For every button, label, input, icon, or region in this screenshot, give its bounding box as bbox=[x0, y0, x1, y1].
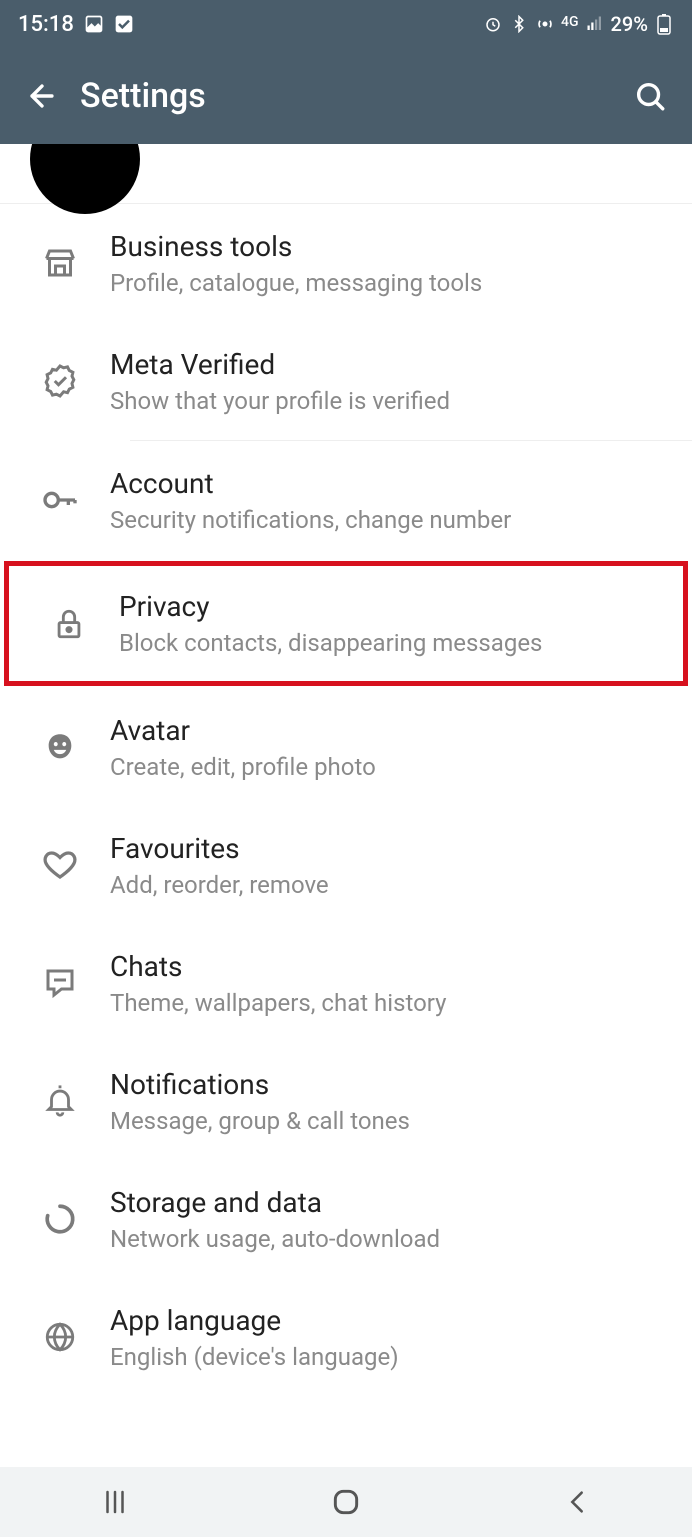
hotspot-icon bbox=[535, 14, 555, 34]
item-title: Account bbox=[110, 467, 672, 500]
battery-percent: 29% bbox=[611, 12, 648, 36]
item-title: Privacy bbox=[119, 590, 663, 623]
signal-icon bbox=[585, 14, 605, 34]
settings-item-account[interactable]: Account Security notifications, change n… bbox=[0, 441, 692, 559]
checkbox-icon bbox=[114, 14, 134, 34]
page-title: Settings bbox=[80, 76, 622, 116]
globe-icon bbox=[43, 1320, 77, 1354]
item-subtitle: Show that your profile is verified bbox=[110, 387, 672, 415]
item-subtitle: Network usage, auto-download bbox=[110, 1225, 672, 1253]
bluetooth-icon bbox=[509, 14, 529, 34]
verified-badge-icon bbox=[42, 363, 78, 399]
settings-list: Business tools Profile, catalogue, messa… bbox=[0, 204, 692, 1396]
settings-item-meta-verified[interactable]: Meta Verified Show that your profile is … bbox=[0, 322, 692, 440]
settings-item-chats[interactable]: Chats Theme, wallpapers, chat history bbox=[0, 924, 692, 1042]
settings-item-notifications[interactable]: Notifications Message, group & call tone… bbox=[0, 1042, 692, 1160]
item-title: Storage and data bbox=[110, 1186, 672, 1219]
settings-item-privacy[interactable]: Privacy Block contacts, disappearing mes… bbox=[4, 561, 688, 686]
settings-item-avatar[interactable]: Avatar Create, edit, profile photo bbox=[0, 688, 692, 806]
item-title: Avatar bbox=[110, 714, 672, 747]
search-button[interactable] bbox=[622, 68, 678, 124]
item-title: Business tools bbox=[110, 230, 672, 263]
item-subtitle: Block contacts, disappearing messages bbox=[119, 629, 663, 657]
settings-item-favourites[interactable]: Favourites Add, reorder, remove bbox=[0, 806, 692, 924]
back-button[interactable] bbox=[14, 68, 70, 124]
storefront-icon bbox=[42, 245, 78, 281]
face-icon bbox=[43, 730, 77, 764]
profile-header[interactable] bbox=[0, 144, 692, 204]
item-subtitle: Profile, catalogue, messaging tools bbox=[110, 269, 672, 297]
item-subtitle: Theme, wallpapers, chat history bbox=[110, 989, 672, 1017]
heart-icon bbox=[42, 847, 78, 883]
item-title: Chats bbox=[110, 950, 672, 983]
item-subtitle: Create, edit, profile photo bbox=[110, 753, 672, 781]
chat-icon bbox=[42, 965, 78, 1001]
lock-icon bbox=[52, 607, 86, 641]
key-icon bbox=[40, 480, 80, 520]
item-subtitle: Security notifications, change number bbox=[110, 506, 672, 534]
settings-item-language[interactable]: App language English (device's language) bbox=[0, 1278, 692, 1396]
home-button[interactable] bbox=[306, 1477, 386, 1527]
settings-item-business-tools[interactable]: Business tools Profile, catalogue, messa… bbox=[0, 204, 692, 322]
item-subtitle: Message, group & call tones bbox=[110, 1107, 672, 1135]
item-title: Notifications bbox=[110, 1068, 672, 1101]
item-subtitle: English (device's language) bbox=[110, 1343, 672, 1371]
image-icon bbox=[84, 14, 104, 34]
recents-button[interactable] bbox=[75, 1477, 155, 1527]
status-time: 15:18 bbox=[18, 12, 74, 37]
settings-item-storage[interactable]: Storage and data Network usage, auto-dow… bbox=[0, 1160, 692, 1278]
status-bar: 15:18 4G 29% bbox=[0, 0, 692, 48]
app-bar: Settings bbox=[0, 48, 692, 144]
system-navigation-bar bbox=[0, 1467, 692, 1537]
item-subtitle: Add, reorder, remove bbox=[110, 871, 672, 899]
alarm-icon bbox=[483, 14, 503, 34]
item-title: Favourites bbox=[110, 832, 672, 865]
network-type: 4G bbox=[561, 15, 579, 29]
item-title: App language bbox=[110, 1304, 672, 1337]
data-usage-icon bbox=[43, 1202, 77, 1236]
battery-icon bbox=[654, 14, 674, 34]
item-title: Meta Verified bbox=[110, 348, 672, 381]
back-nav-button[interactable] bbox=[537, 1477, 617, 1527]
bell-icon bbox=[43, 1084, 77, 1118]
